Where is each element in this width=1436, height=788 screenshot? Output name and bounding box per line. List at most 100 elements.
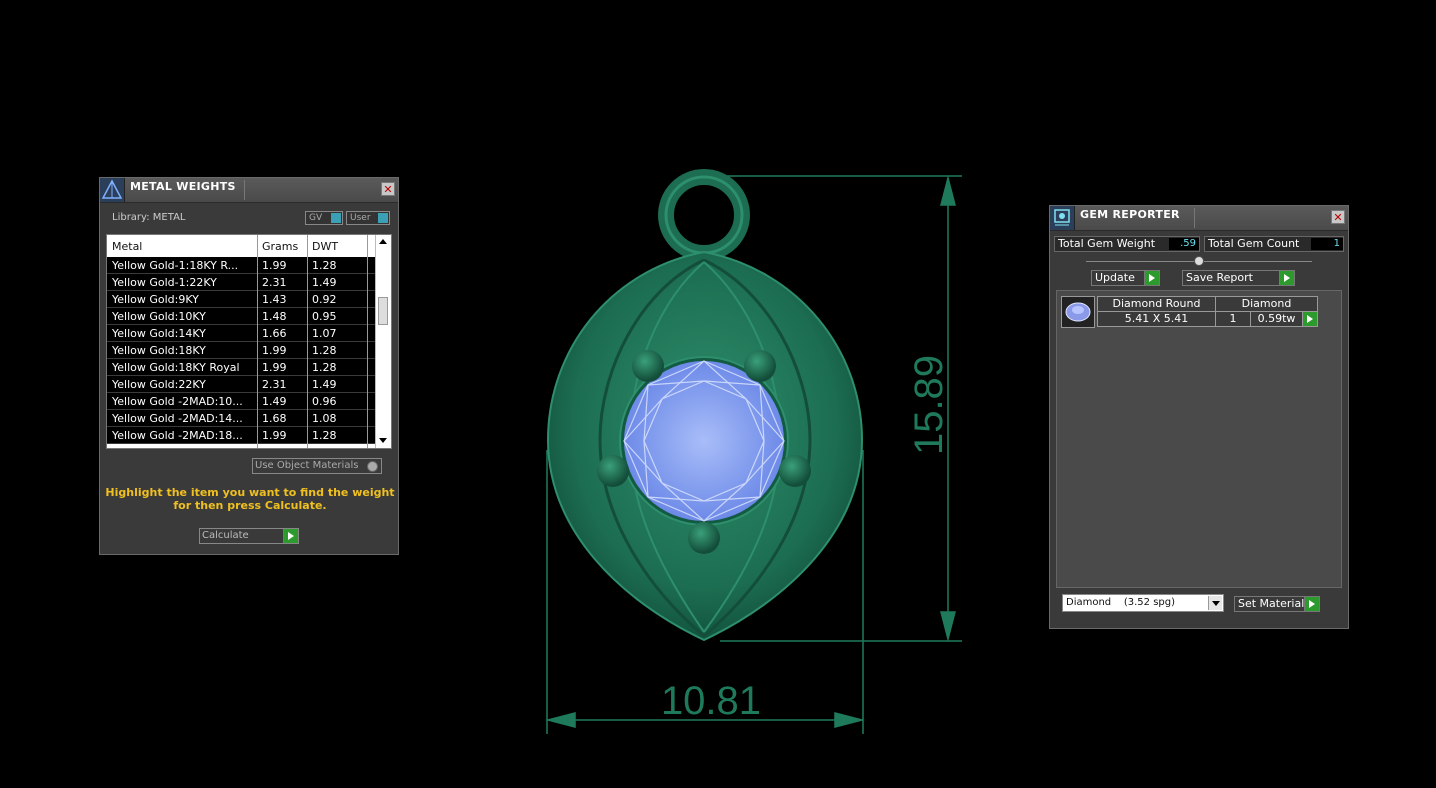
cell-metal: Yellow Gold:18KY Royal — [112, 361, 240, 374]
gem-name: Diamond Round — [1097, 296, 1216, 312]
material-select-value: Diamond (3.52 spg) — [1066, 597, 1176, 608]
cell-grams: 1.99 — [262, 344, 287, 357]
prong-bottom — [688, 522, 720, 554]
cell-metal: Yellow Gold-1:22KY — [112, 276, 217, 289]
calculate-button[interactable]: Calculate — [199, 528, 299, 544]
cell-grams: 1.68 — [262, 412, 287, 425]
save-report-button[interactable]: Save Report — [1182, 270, 1295, 286]
cell-dwt: 1.28 — [312, 429, 337, 442]
toggle-gv-label: GV — [309, 213, 323, 223]
prong-top-right — [744, 350, 776, 382]
cell-grams: 1.66 — [262, 327, 287, 340]
material-select[interactable]: Diamond (3.52 spg) — [1062, 594, 1224, 612]
close-icon[interactable]: ✕ — [1331, 210, 1345, 224]
table-row[interactable]: Yellow Gold-1:22KY 2.31 1.49 — [107, 274, 377, 291]
cell-grams: 2.31 — [262, 276, 287, 289]
metal-weights-logo-icon — [100, 178, 125, 202]
table-row[interactable]: Yellow Gold -2MAD:14... 1.68 1.08 — [107, 410, 377, 427]
table-row[interactable]: Yellow Gold -2MAD:10... 1.49 0.96 — [107, 393, 377, 410]
cell-grams: 1.48 — [262, 310, 287, 323]
splitter-handle[interactable] — [1194, 256, 1204, 266]
total-gem-count: Total Gem Count 1 — [1204, 236, 1344, 252]
metal-table-scrollbar[interactable] — [375, 235, 391, 448]
cell-grams: 2.31 — [262, 378, 287, 391]
table-row[interactable]: Yellow Gold:18KY Royal 1.99 1.28 — [107, 359, 377, 376]
gem-size: 5.41 X 5.41 — [1097, 311, 1216, 327]
metal-weights-panel: METAL WEIGHTS ✕ Library: METAL GV User M… — [99, 177, 399, 555]
cell-metal: Yellow Gold -2MAD:14... — [112, 412, 243, 425]
instruction-text: Highlight the item you want to find the … — [105, 486, 395, 512]
metal-weights-titlebar[interactable]: METAL WEIGHTS ✕ — [100, 178, 398, 203]
toggle-gv[interactable]: GV — [305, 211, 343, 225]
column-header-dwt[interactable]: DWT — [312, 240, 338, 253]
metal-table-header: Metal Grams DWT — [107, 235, 377, 257]
scroll-down-arrow-icon[interactable] — [379, 438, 387, 443]
cell-dwt: 1.07 — [312, 327, 337, 340]
dimension-height-label: 15.89 — [907, 355, 951, 455]
total-gem-weight-value: .59 — [1169, 238, 1199, 250]
cell-dwt: 0.95 — [312, 310, 337, 323]
gem-material: Diamond — [1215, 296, 1318, 312]
cell-dwt: 0.92 — [312, 293, 337, 306]
cell-dwt: 1.49 — [312, 276, 337, 289]
table-row[interactable]: Yellow Gold:22KY 2.31 1.49 — [107, 376, 377, 393]
prong-left — [597, 455, 629, 487]
total-gem-count-label: Total Gem Count — [1208, 237, 1300, 250]
play-arrow-icon — [1303, 312, 1317, 326]
gem-reporter-panel: GEM REPORTER ✕ Total Gem Weight .59 Tota… — [1049, 205, 1349, 629]
prong-right — [779, 455, 811, 487]
toggle-user[interactable]: User — [346, 211, 390, 225]
set-material-button[interactable]: Set Material — [1234, 596, 1320, 612]
cell-metal: Yellow Gold:9KY — [112, 293, 199, 306]
gem-action-button[interactable] — [1302, 311, 1318, 327]
metal-table[interactable]: Metal Grams DWT Yellow Gold-1:18KY R... 1… — [106, 234, 392, 449]
gem-list: Diamond Round Diamond 5.41 X 5.41 1 0.59… — [1056, 290, 1342, 588]
column-header-metal[interactable]: Metal — [112, 240, 142, 253]
total-gem-weight-label: Total Gem Weight — [1058, 237, 1156, 250]
table-row[interactable]: Yellow Gold:10KY 1.48 0.95 — [107, 308, 377, 325]
cell-grams: 1.43 — [262, 293, 287, 306]
metal-weights-title: METAL WEIGHTS — [130, 180, 236, 193]
cell-metal: Yellow Gold:22KY — [112, 378, 206, 391]
cell-dwt: 1.28 — [312, 259, 337, 272]
table-row[interactable]: Yellow Gold:18KY 1.99 1.28 — [107, 342, 377, 359]
scroll-thumb[interactable] — [378, 297, 388, 325]
gem-reporter-logo-icon — [1050, 206, 1075, 230]
use-object-materials-toggle[interactable]: Use Object Materials — [252, 458, 382, 474]
cell-grams: 1.99 — [262, 361, 287, 374]
toggle-user-label: User — [350, 213, 371, 223]
cell-grams: 1.49 — [262, 395, 287, 408]
gem-reporter-titlebar[interactable]: GEM REPORTER ✕ — [1050, 206, 1348, 231]
column-header-grams[interactable]: Grams — [262, 240, 298, 253]
cell-dwt: 0.96 — [312, 395, 337, 408]
table-row[interactable]: Yellow Gold -2MAD:18... 1.99 1.28 — [107, 427, 377, 444]
set-material-label: Set Material — [1238, 597, 1305, 610]
table-row[interactable]: Yellow Gold:14KY 1.66 1.07 — [107, 325, 377, 342]
cell-metal: Yellow Gold:14KY — [112, 327, 206, 340]
cell-dwt: 1.28 — [312, 361, 337, 374]
radio-icon — [367, 461, 378, 472]
gem-thumbnail-icon[interactable] — [1061, 296, 1095, 328]
update-label: Update — [1095, 271, 1135, 284]
cell-dwt: 1.28 — [312, 344, 337, 357]
cell-dwt: 1.49 — [312, 378, 337, 391]
scroll-up-arrow-icon[interactable] — [379, 239, 387, 244]
chevron-down-icon[interactable] — [1208, 596, 1222, 610]
gem-weight: 0.59tw — [1250, 311, 1303, 327]
use-object-materials-label: Use Object Materials — [255, 460, 359, 471]
prong-top-left — [632, 350, 664, 382]
play-arrow-icon — [1304, 597, 1319, 611]
metal-table-body: Yellow Gold-1:18KY R... 1.99 1.28 Yellow G… — [107, 257, 377, 444]
dimension-width-label: 10.81 — [661, 679, 761, 723]
table-row[interactable]: Yellow Gold:9KY 1.43 0.92 — [107, 291, 377, 308]
cell-metal: Yellow Gold -2MAD:10... — [112, 395, 243, 408]
table-row[interactable]: Yellow Gold-1:18KY R... 1.99 1.28 — [107, 257, 377, 274]
update-button[interactable]: Update — [1091, 270, 1160, 286]
play-arrow-icon — [283, 529, 298, 543]
total-gem-weight: Total Gem Weight .59 — [1054, 236, 1200, 252]
cell-metal: Yellow Gold:18KY — [112, 344, 206, 357]
calculate-label: Calculate — [202, 530, 249, 541]
total-gem-count-value: 1 — [1311, 238, 1343, 250]
gem-reporter-title: GEM REPORTER — [1080, 208, 1180, 221]
close-icon[interactable]: ✕ — [381, 182, 395, 196]
